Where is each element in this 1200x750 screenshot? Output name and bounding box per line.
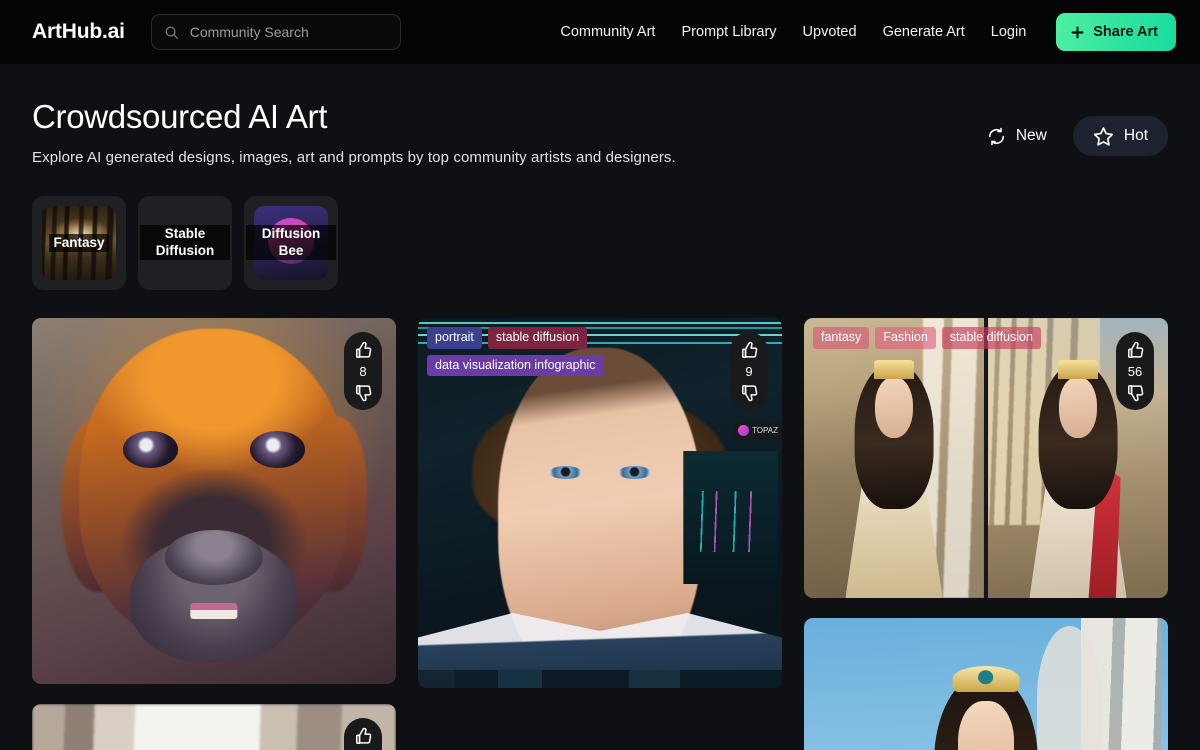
artwork-image-marble-statue (32, 703, 396, 750)
page-body: Crowdsourced AI Art Explore AI generated… (0, 64, 1200, 750)
vote-count: 8 (359, 363, 367, 379)
sort-button-new[interactable]: New (967, 116, 1067, 156)
thumbs-up-icon[interactable] (354, 727, 373, 746)
tag-stable-diffusion[interactable]: stable diffusion (487, 326, 588, 349)
page-subtitle: Explore AI generated designs, images, ar… (32, 148, 676, 166)
category-label-fantasy: Fantasy (49, 233, 109, 253)
page-title: Crowdsourced AI Art (32, 98, 328, 135)
share-art-button[interactable]: Share Art (1056, 13, 1176, 51)
thumbs-down-icon[interactable] (740, 383, 759, 402)
nav-link-prompt-library[interactable]: Prompt Library (681, 24, 776, 40)
tag-list: portrait stable diffusion data visualiza… (427, 326, 720, 377)
category-card-fantasy[interactable]: Fantasy (32, 195, 126, 290)
art-gallery-grid: 8 portrait stable diffusion data visuali… (32, 317, 1168, 750)
thumbs-down-icon[interactable] (354, 383, 373, 402)
tag-fashion[interactable]: Fashion (875, 326, 936, 349)
watermark-logo-icon (738, 424, 750, 436)
nav-link-generate-art[interactable]: Generate Art (883, 24, 965, 40)
category-label-diffusion-bee: Diffusion Bee (246, 225, 336, 261)
vote-widget: 56 (1116, 331, 1154, 410)
sort-toggle-group: New Hot (967, 98, 1168, 156)
art-card-crowned-princess[interactable] (804, 617, 1168, 750)
artwork-image-crowned-princess (804, 617, 1168, 750)
star-icon (1093, 126, 1113, 146)
thumbs-up-icon[interactable] (354, 341, 373, 360)
category-card-diffusion-bee[interactable]: Diffusion Bee (244, 195, 338, 290)
title-block: Crowdsourced AI Art Explore AI generated… (32, 98, 967, 166)
category-card-stable-diffusion[interactable]: Stable Diffusion (138, 195, 232, 290)
search-input[interactable] (189, 24, 388, 40)
artwork-half-left (804, 317, 984, 598)
thumbs-up-icon[interactable] (1126, 341, 1145, 360)
gallery-column-2: portrait stable diffusion data visualiza… (418, 317, 782, 750)
nav-link-community-art[interactable]: Community Art (560, 24, 655, 40)
vote-widget: 9 (730, 331, 768, 410)
tag-fantasy[interactable]: fantasy (813, 326, 870, 349)
art-card-dog-portrait[interactable]: 8 (32, 317, 396, 684)
plus-icon (1071, 26, 1084, 38)
tag-list: fantasy Fashion stable diffusion (813, 326, 1106, 349)
tag-data-visualization-infographic[interactable]: data visualization infographic (427, 354, 604, 377)
nav-link-upvoted[interactable]: Upvoted (803, 24, 857, 40)
vote-widget (344, 717, 382, 750)
art-card-royal-fashion-pair[interactable]: fantasy Fashion stable diffusion 56 (804, 317, 1168, 598)
nav-link-login[interactable]: Login (991, 24, 1026, 40)
art-card-cyber-portrait[interactable]: portrait stable diffusion data visualiza… (418, 317, 782, 688)
search-bar[interactable] (150, 14, 401, 50)
vote-count: 56 (1127, 363, 1143, 379)
gallery-column-3: fantasy Fashion stable diffusion 56 (804, 317, 1168, 750)
artwork-image-royal-fashion-pair (804, 317, 1168, 598)
vote-widget: 8 (344, 331, 382, 410)
top-header: ArtHub.ai Community Art Prompt Library U… (0, 0, 1200, 64)
sort-label-new: New (1015, 127, 1047, 144)
refresh-icon (988, 127, 1004, 145)
search-icon (165, 26, 178, 39)
main-navigation: Community Art Prompt Library Upvoted Gen… (560, 13, 1176, 51)
gallery-column-1: 8 (32, 317, 396, 750)
sort-label-hot: Hot (1123, 127, 1148, 144)
category-label-stable-diffusion: Stable Diffusion (140, 225, 230, 261)
watermark-badge: TOPAZ (733, 421, 782, 439)
art-card-marble-statue[interactable] (32, 703, 396, 750)
tag-portrait[interactable]: portrait (427, 326, 482, 349)
watermark-label: TOPAZ (752, 425, 778, 435)
title-row: Crowdsourced AI Art Explore AI generated… (32, 64, 1168, 166)
sort-button-hot[interactable]: Hot (1072, 116, 1168, 156)
thumbs-down-icon[interactable] (1126, 383, 1145, 402)
vote-count: 9 (745, 363, 753, 379)
category-card-list: Fantasy Stable Diffusion Diffusion Bee (32, 195, 1168, 290)
thumbs-up-icon[interactable] (740, 341, 759, 360)
tag-stable-diffusion[interactable]: stable diffusion (941, 326, 1041, 349)
share-art-label: Share Art (1093, 24, 1158, 40)
brand-logo[interactable]: ArtHub.ai (32, 20, 125, 44)
artwork-image-dog-portrait (32, 317, 396, 684)
